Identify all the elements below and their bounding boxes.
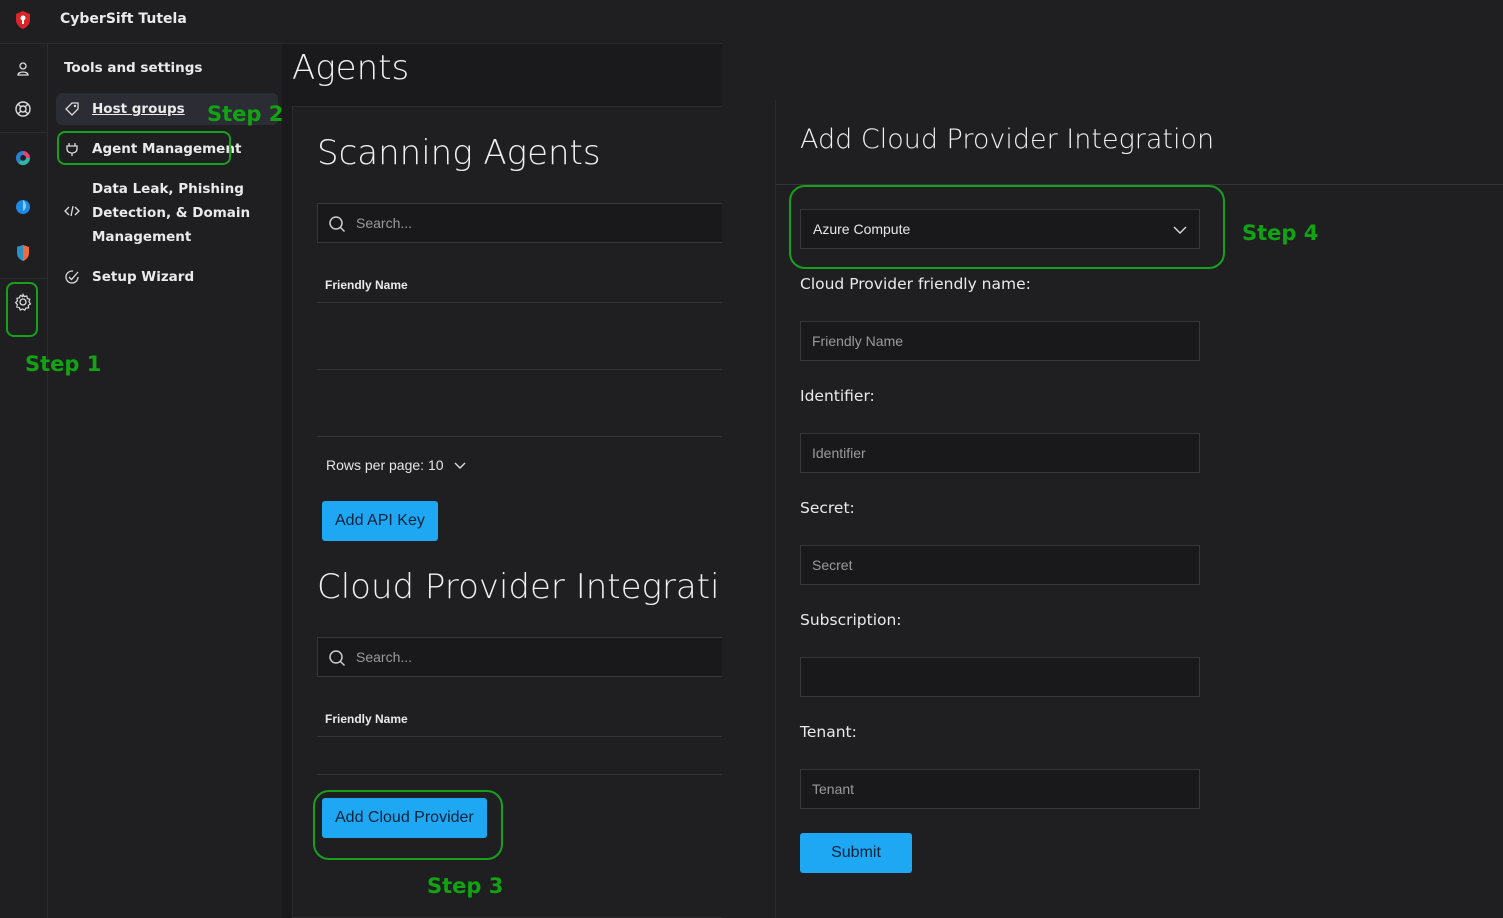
secret-field[interactable] xyxy=(800,545,1200,585)
modal-title: Add Cloud Provider Integration xyxy=(800,124,1215,155)
scanning-search[interactable] xyxy=(317,203,737,243)
secret-label: Secret: xyxy=(800,499,855,517)
rows-per-page[interactable]: Rows per page: 10 xyxy=(326,457,466,473)
subscription-field[interactable] xyxy=(800,657,1200,697)
divider xyxy=(317,369,737,370)
app-root: CyberSift Tutela Tools and settings Host… xyxy=(0,0,1503,918)
lifebuoy-icon[interactable] xyxy=(13,99,33,119)
sidebar-item-label: Data Leak, Phishing xyxy=(92,181,244,197)
cloud-search-input[interactable] xyxy=(356,638,716,676)
tools-title: Tools and settings xyxy=(64,60,203,76)
cloud-provider-title: Cloud Provider Integration xyxy=(317,567,762,607)
search-icon xyxy=(329,216,346,233)
search-icon xyxy=(329,650,346,667)
user-icon[interactable] xyxy=(13,59,33,79)
divider xyxy=(317,736,737,737)
friendly-name-field[interactable] xyxy=(800,321,1200,361)
sidebar-item-label: Management xyxy=(92,229,192,245)
tools-sidebar: Tools and settings Host groups Agent Man… xyxy=(48,44,280,918)
chevron-down-icon xyxy=(454,462,466,469)
tag-icon xyxy=(65,102,79,116)
scanning-column-friendly-name[interactable]: Friendly Name xyxy=(325,278,408,292)
shield-icon[interactable] xyxy=(13,243,33,263)
drop-icon[interactable] xyxy=(13,196,33,216)
add-api-key-button[interactable]: Add API Key xyxy=(322,501,438,541)
divider xyxy=(317,774,737,775)
identifier-field[interactable] xyxy=(800,433,1200,473)
page-title: Agents xyxy=(292,48,410,88)
step-4-label: Step 4 xyxy=(1242,221,1319,245)
app-logo-icon[interactable] xyxy=(13,10,33,30)
code-icon xyxy=(64,205,80,217)
step-1-highlight xyxy=(6,282,38,337)
step-2-highlight xyxy=(57,131,231,165)
cloud-search[interactable] xyxy=(317,637,737,677)
divider xyxy=(317,302,737,303)
overlay-gap xyxy=(722,44,775,918)
scanning-agents-title: Scanning Agents xyxy=(317,133,601,173)
sidebar-item-label: Host groups xyxy=(92,101,185,117)
identifier-label: Identifier: xyxy=(800,387,875,405)
step-3-label: Step 3 xyxy=(427,874,504,898)
tenant-label: Tenant: xyxy=(800,723,857,741)
step-4-highlight xyxy=(789,185,1225,269)
donut-chart-icon[interactable] xyxy=(13,148,33,168)
check-circle-icon xyxy=(65,270,79,284)
sidebar-item-setup-wizard[interactable]: Setup Wizard xyxy=(56,261,278,293)
scanning-search-input[interactable] xyxy=(356,204,716,242)
sidebar-item-data-leak[interactable]: Data Leak, Phishing Detection, & Domain … xyxy=(56,173,278,249)
tenant-field[interactable] xyxy=(800,769,1200,809)
main-content: Agents Scanning Agents Friendly Name Row… xyxy=(282,44,762,918)
app-title: CyberSift Tutela xyxy=(60,11,187,27)
friendly-name-label: Cloud Provider friendly name: xyxy=(800,275,1031,293)
cloud-column-friendly-name[interactable]: Friendly Name xyxy=(325,712,408,726)
divider xyxy=(317,436,737,437)
submit-button[interactable]: Submit xyxy=(800,833,912,873)
step-1-label: Step 1 xyxy=(25,352,102,376)
step-3-highlight xyxy=(313,790,503,860)
icon-rail xyxy=(0,44,48,918)
top-bar: CyberSift Tutela xyxy=(0,0,722,44)
sidebar-item-label: Detection, & Domain xyxy=(92,205,251,221)
rows-per-page-label: Rows per page: 10 xyxy=(326,457,444,473)
step-2-label: Step 2 xyxy=(207,102,284,126)
sidebar-item-label: Setup Wizard xyxy=(92,269,195,285)
subscription-label: Subscription: xyxy=(800,611,902,629)
